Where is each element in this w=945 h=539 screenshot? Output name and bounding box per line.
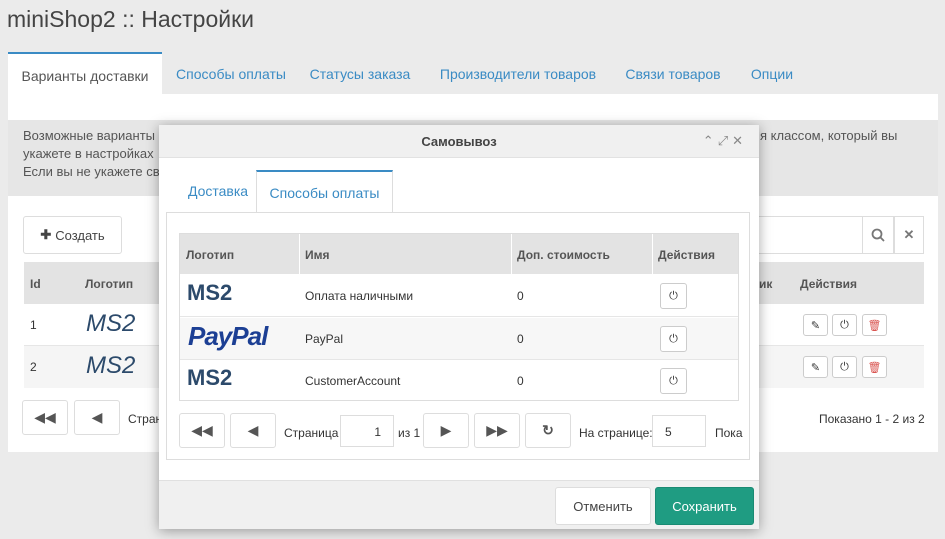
chevron-right-icon: ▶: [440, 422, 452, 438]
edit-icon: ✎: [810, 361, 821, 374]
toggle-button[interactable]: ⏻: [660, 326, 687, 352]
search-icon: [871, 228, 885, 242]
payment-name: PayPal: [305, 332, 344, 346]
column-logo: Логотип: [85, 277, 134, 291]
clear-search-button[interactable]: ✕: [894, 216, 924, 254]
column-divider: [652, 234, 653, 274]
refresh-icon: ↻: [542, 422, 554, 438]
toggle-button[interactable]: ⏻: [660, 368, 687, 394]
modal-title: Самовывоз: [421, 134, 497, 149]
tab-options[interactable]: Опции: [744, 52, 800, 94]
search-button[interactable]: [862, 216, 894, 254]
tab-statuses[interactable]: Статусы заказа: [302, 52, 418, 94]
search-input[interactable]: [755, 216, 863, 254]
last-page-button[interactable]: ▶▶: [474, 413, 520, 448]
toggle-button[interactable]: ⏻: [660, 283, 687, 309]
toggle-button[interactable]: ⏻: [832, 314, 857, 336]
ms2-logo: MS2: [187, 280, 233, 305]
column-divider: [299, 234, 300, 274]
modal-footer: Отменить Сохранить: [159, 480, 759, 529]
edit-button[interactable]: ✎: [803, 314, 828, 336]
plus-icon: ✚: [40, 227, 52, 242]
tab-delivery[interactable]: Варианты доставки: [8, 52, 162, 94]
column-actions: Действия: [658, 248, 716, 262]
description-line-right: я классом, который вы: [760, 128, 898, 143]
per-page-input[interactable]: 5: [652, 415, 706, 447]
modal-tab-payments[interactable]: Способы оплаты: [256, 170, 393, 212]
payments-header: Логотип Имя Доп. стоимость Действия: [180, 234, 738, 274]
prev-page-button[interactable]: ◀: [74, 400, 120, 435]
table-row[interactable]: MS2 Оплата наличными 0 ⏻: [180, 275, 738, 317]
shown-count-partial: Пока: [715, 426, 743, 440]
power-icon: ⏻: [840, 318, 849, 331]
column-logo: Логотип: [186, 248, 235, 262]
paypal-logo: PayPal: [188, 321, 268, 351]
chevron-left-icon: ◀: [91, 409, 103, 425]
ms2-logo: MS2: [86, 310, 136, 337]
power-icon: ⏻: [840, 360, 849, 373]
payment-cost: 0: [517, 374, 524, 388]
row-id: 1: [30, 318, 37, 332]
edit-icon: ✎: [810, 319, 821, 332]
modal-header[interactable]: Самовывоз ⌃⤢✕: [159, 125, 759, 158]
delete-button[interactable]: 🗑: [862, 314, 887, 336]
power-icon: ⏻: [669, 374, 678, 387]
refresh-button[interactable]: ↻: [525, 413, 571, 448]
column-name: Имя: [305, 248, 330, 262]
save-button[interactable]: Сохранить: [655, 487, 754, 525]
trash-icon: 🗑: [867, 319, 882, 332]
column-actions: Действия: [800, 277, 858, 291]
delete-button[interactable]: 🗑: [862, 356, 887, 378]
shown-count: Показано 1 - 2 из 2: [819, 412, 925, 426]
table-row[interactable]: MS2 CustomerAccount 0 ⏻: [180, 360, 738, 401]
payment-cost: 0: [517, 332, 524, 346]
chevron-left-icon: ◀: [247, 422, 259, 438]
page-number-input[interactable]: 1: [340, 415, 394, 447]
page-label: Страница: [284, 426, 339, 440]
payment-name: Оплата наличными: [305, 289, 414, 303]
close-icon[interactable]: ✕: [732, 133, 747, 148]
double-chevron-left-icon: ◀◀: [191, 422, 213, 438]
column-cost: Доп. стоимость: [517, 248, 610, 262]
double-chevron-left-icon: ◀◀: [34, 409, 56, 425]
next-page-button[interactable]: ▶: [423, 413, 469, 448]
close-icon: ✕: [903, 227, 915, 242]
create-label: Создать: [55, 227, 105, 243]
double-chevron-right-icon: ▶▶: [486, 422, 508, 438]
power-icon: ⏻: [669, 332, 678, 345]
payments-table: Логотип Имя Доп. стоимость Действия MS2 …: [179, 233, 739, 401]
ms2-logo: MS2: [86, 352, 136, 379]
row-id: 2: [30, 360, 37, 374]
payment-cost: 0: [517, 289, 524, 303]
cancel-button[interactable]: Отменить: [555, 487, 651, 525]
column-divider: [511, 234, 512, 274]
first-page-button[interactable]: ◀◀: [179, 413, 225, 448]
tab-links[interactable]: Связи товаров: [618, 52, 728, 94]
payment-name: CustomerAccount: [305, 374, 401, 388]
modal-window: Самовывоз ⌃⤢✕ Доставка Способы оплаты Ло…: [159, 125, 759, 529]
power-icon: ⏻: [669, 289, 678, 302]
collapse-icon[interactable]: ⌃: [703, 133, 718, 148]
prev-page-button[interactable]: ◀: [230, 413, 276, 448]
edit-button[interactable]: ✎: [803, 356, 828, 378]
tab-payments[interactable]: Способы оплаты: [168, 52, 294, 94]
page-total: из 1: [398, 426, 421, 440]
table-row[interactable]: PayPal PayPal 0 ⏻: [180, 318, 738, 360]
first-page-button[interactable]: ◀◀: [22, 400, 68, 435]
page-title: miniShop2 :: Настройки: [7, 6, 255, 32]
per-page-label: На странице:: [579, 426, 653, 440]
main-tabs: Варианты доставки Способы оплаты Статусы…: [8, 52, 945, 94]
trash-icon: 🗑: [867, 361, 882, 374]
maximize-icon[interactable]: ⤢: [718, 133, 732, 148]
ms2-logo: MS2: [187, 365, 233, 390]
column-id: Id: [30, 277, 41, 291]
column-partial: ик: [759, 277, 773, 291]
modal-controls: ⌃⤢✕: [703, 133, 747, 149]
toggle-button[interactable]: ⏻: [832, 356, 857, 378]
modal-tab-delivery[interactable]: Доставка: [173, 170, 263, 212]
tab-vendors[interactable]: Производители товаров: [432, 52, 604, 94]
create-button[interactable]: ✚ Создать: [23, 216, 122, 254]
